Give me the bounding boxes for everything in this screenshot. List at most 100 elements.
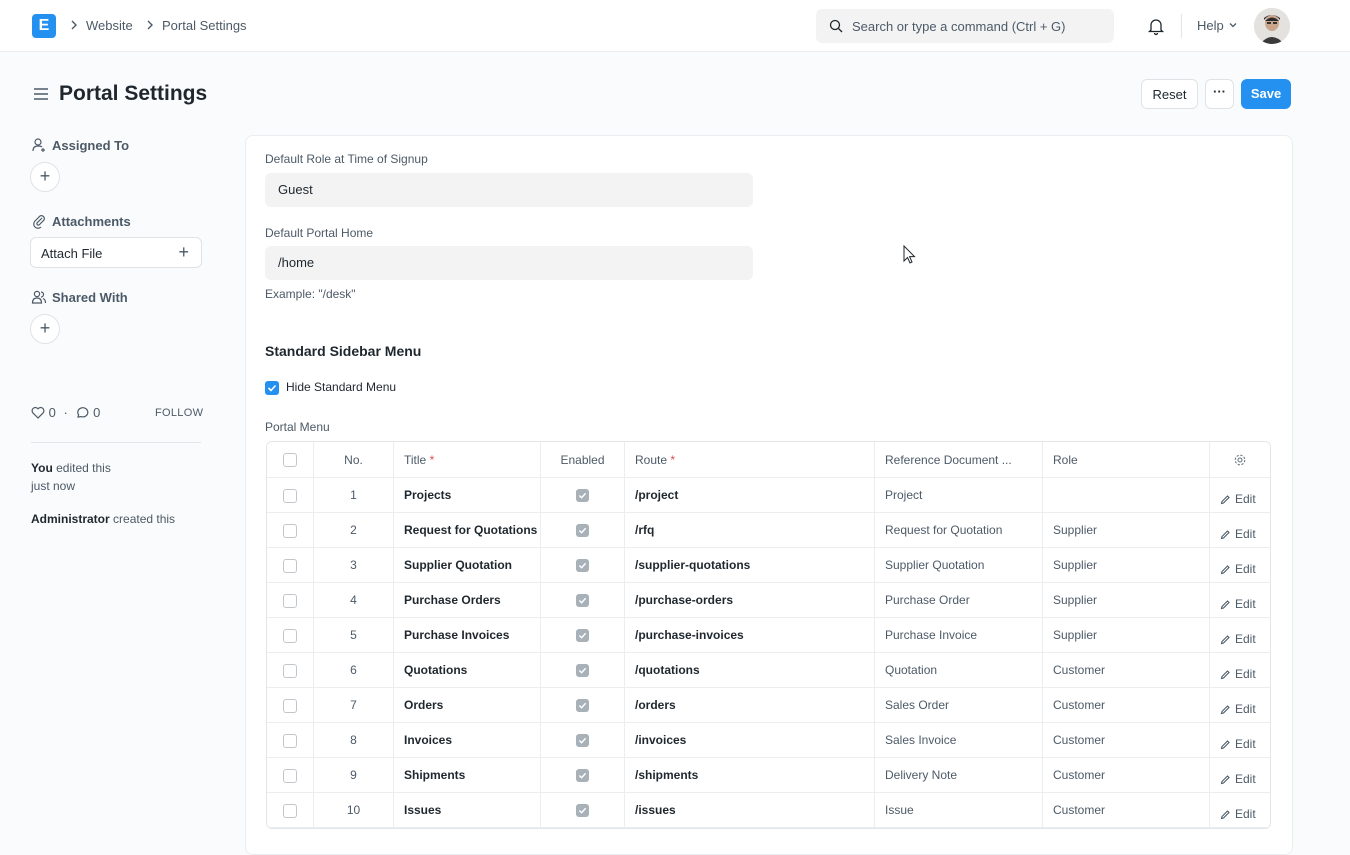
enabled-checkbox[interactable] (576, 559, 589, 573)
row-route[interactable]: /purchase-orders (625, 583, 875, 617)
row-checkbox[interactable] (283, 629, 297, 643)
row-checkbox[interactable] (283, 664, 297, 678)
edit-row-button[interactable]: Edit (1220, 517, 1256, 547)
edit-row-button[interactable]: Edit (1220, 552, 1256, 582)
row-title[interactable]: Projects (394, 478, 541, 512)
breadcrumb-website[interactable]: Website (86, 18, 133, 33)
reset-button[interactable]: Reset (1141, 79, 1198, 109)
row-role[interactable]: Supplier (1043, 513, 1210, 547)
row-route[interactable]: /issues (625, 793, 875, 827)
table-row[interactable]: 5 Purchase Invoices/purchase-invoices Purc… (267, 618, 1270, 653)
breadcrumb-portal-settings[interactable]: Portal Settings (162, 18, 247, 33)
row-title[interactable]: Quotations (394, 653, 541, 687)
select-all-checkbox[interactable] (283, 453, 297, 467)
save-button[interactable]: Save (1241, 79, 1291, 109)
add-assignee-button[interactable]: + (30, 162, 60, 192)
table-row[interactable]: 2 Request for Quotations/rfq Request for Q… (267, 513, 1270, 548)
enabled-checkbox[interactable] (576, 664, 589, 678)
edit-row-button[interactable]: Edit (1220, 482, 1256, 512)
table-row[interactable]: 9 Shipments/shipments Delivery Note Custome… (267, 758, 1270, 793)
edit-row-button[interactable]: Edit (1220, 622, 1256, 652)
hide-standard-menu-checkbox[interactable] (265, 380, 279, 395)
row-checkbox[interactable] (283, 769, 297, 783)
enabled-checkbox[interactable] (576, 699, 589, 713)
row-reference[interactable]: Purchase Order (875, 583, 1043, 617)
enabled-checkbox[interactable] (576, 629, 589, 643)
row-role[interactable]: Supplier (1043, 548, 1210, 582)
row-title[interactable]: Supplier Quotation (394, 548, 541, 582)
table-row[interactable]: 3 Supplier Quotation/supplier-quotations S… (267, 548, 1270, 583)
edit-row-button[interactable]: Edit (1220, 657, 1256, 687)
row-role[interactable]: Customer (1043, 688, 1210, 722)
row-reference[interactable]: Project (875, 478, 1043, 512)
table-row[interactable]: 6 Quotations/quotations Quotation Customer E… (267, 653, 1270, 688)
row-title[interactable]: Request for Quotations (394, 513, 541, 547)
row-route[interactable]: /quotations (625, 653, 875, 687)
enabled-checkbox[interactable] (576, 769, 589, 783)
row-reference[interactable]: Request for Quotation (875, 513, 1043, 547)
attach-file-button[interactable]: Attach File + (30, 237, 202, 268)
edit-row-button[interactable]: Edit (1220, 727, 1256, 757)
search-bar[interactable]: Search or type a command (Ctrl + G) (816, 9, 1114, 43)
row-role[interactable]: Customer (1043, 723, 1210, 757)
enabled-checkbox[interactable] (576, 524, 589, 538)
row-checkbox[interactable] (283, 594, 297, 608)
follow-button[interactable]: FOLLOW (155, 407, 203, 419)
row-checkbox[interactable] (283, 524, 297, 538)
row-route[interactable]: /orders (625, 688, 875, 722)
enabled-checkbox[interactable] (576, 734, 589, 748)
enabled-checkbox[interactable] (576, 489, 589, 503)
table-row[interactable]: 1 Projects/project Project Edit (267, 478, 1270, 513)
row-role[interactable]: Customer (1043, 793, 1210, 827)
help-menu[interactable]: Help (1197, 18, 1224, 33)
row-checkbox[interactable] (283, 559, 297, 573)
table-row[interactable]: 4 Purchase Orders/purchase-orders Purchase… (267, 583, 1270, 618)
row-reference[interactable]: Supplier Quotation (875, 548, 1043, 582)
enabled-checkbox[interactable] (576, 804, 589, 818)
row-role[interactable]: Supplier (1043, 618, 1210, 652)
row-route[interactable]: /project (625, 478, 875, 512)
row-checkbox[interactable] (283, 734, 297, 748)
row-route[interactable]: /shipments (625, 758, 875, 792)
enabled-checkbox[interactable] (576, 594, 589, 608)
table-row[interactable]: 7 Orders/orders Sales Order Customer Edit (267, 688, 1270, 723)
row-reference[interactable]: Quotation (875, 653, 1043, 687)
default-home-field[interactable]: /home (265, 246, 753, 280)
row-route[interactable]: /supplier-quotations (625, 548, 875, 582)
row-checkbox[interactable] (283, 804, 297, 818)
row-reference[interactable]: Delivery Note (875, 758, 1043, 792)
row-title[interactable]: Purchase Orders (394, 583, 541, 617)
edit-row-button[interactable]: Edit (1220, 692, 1256, 722)
row-checkbox[interactable] (283, 699, 297, 713)
row-reference[interactable]: Sales Invoice (875, 723, 1043, 757)
table-row[interactable]: 8 Invoices/invoices Sales Invoice Customer E… (267, 723, 1270, 758)
user-avatar[interactable] (1254, 8, 1290, 44)
chevron-down-icon[interactable] (1228, 20, 1238, 30)
comment-icon[interactable] (75, 406, 89, 419)
row-title[interactable]: Shipments (394, 758, 541, 792)
row-title[interactable]: Invoices (394, 723, 541, 757)
heart-icon[interactable] (31, 406, 45, 419)
table-row[interactable]: 10 Issues/issues Issue Customer Edit (267, 793, 1270, 828)
bell-icon[interactable] (1146, 16, 1166, 36)
row-title[interactable]: Purchase Invoices (394, 618, 541, 652)
row-role[interactable]: Supplier (1043, 583, 1210, 617)
edit-row-button[interactable]: Edit (1220, 797, 1256, 827)
default-role-field[interactable]: Guest (265, 173, 753, 207)
add-share-button[interactable]: + (30, 314, 60, 344)
more-actions-button[interactable]: ··· (1205, 79, 1234, 109)
row-role[interactable]: Customer (1043, 758, 1210, 792)
row-checkbox[interactable] (283, 489, 297, 503)
row-route[interactable]: /rfq (625, 513, 875, 547)
row-role[interactable] (1043, 478, 1210, 512)
gear-icon[interactable] (1233, 453, 1247, 467)
row-reference[interactable]: Purchase Invoice (875, 618, 1043, 652)
row-route[interactable]: /invoices (625, 723, 875, 757)
row-reference[interactable]: Sales Order (875, 688, 1043, 722)
edit-row-button[interactable]: Edit (1220, 762, 1256, 792)
row-title[interactable]: Issues (394, 793, 541, 827)
row-reference[interactable]: Issue (875, 793, 1043, 827)
row-route[interactable]: /purchase-invoices (625, 618, 875, 652)
edit-row-button[interactable]: Edit (1220, 587, 1256, 617)
row-role[interactable]: Customer (1043, 653, 1210, 687)
